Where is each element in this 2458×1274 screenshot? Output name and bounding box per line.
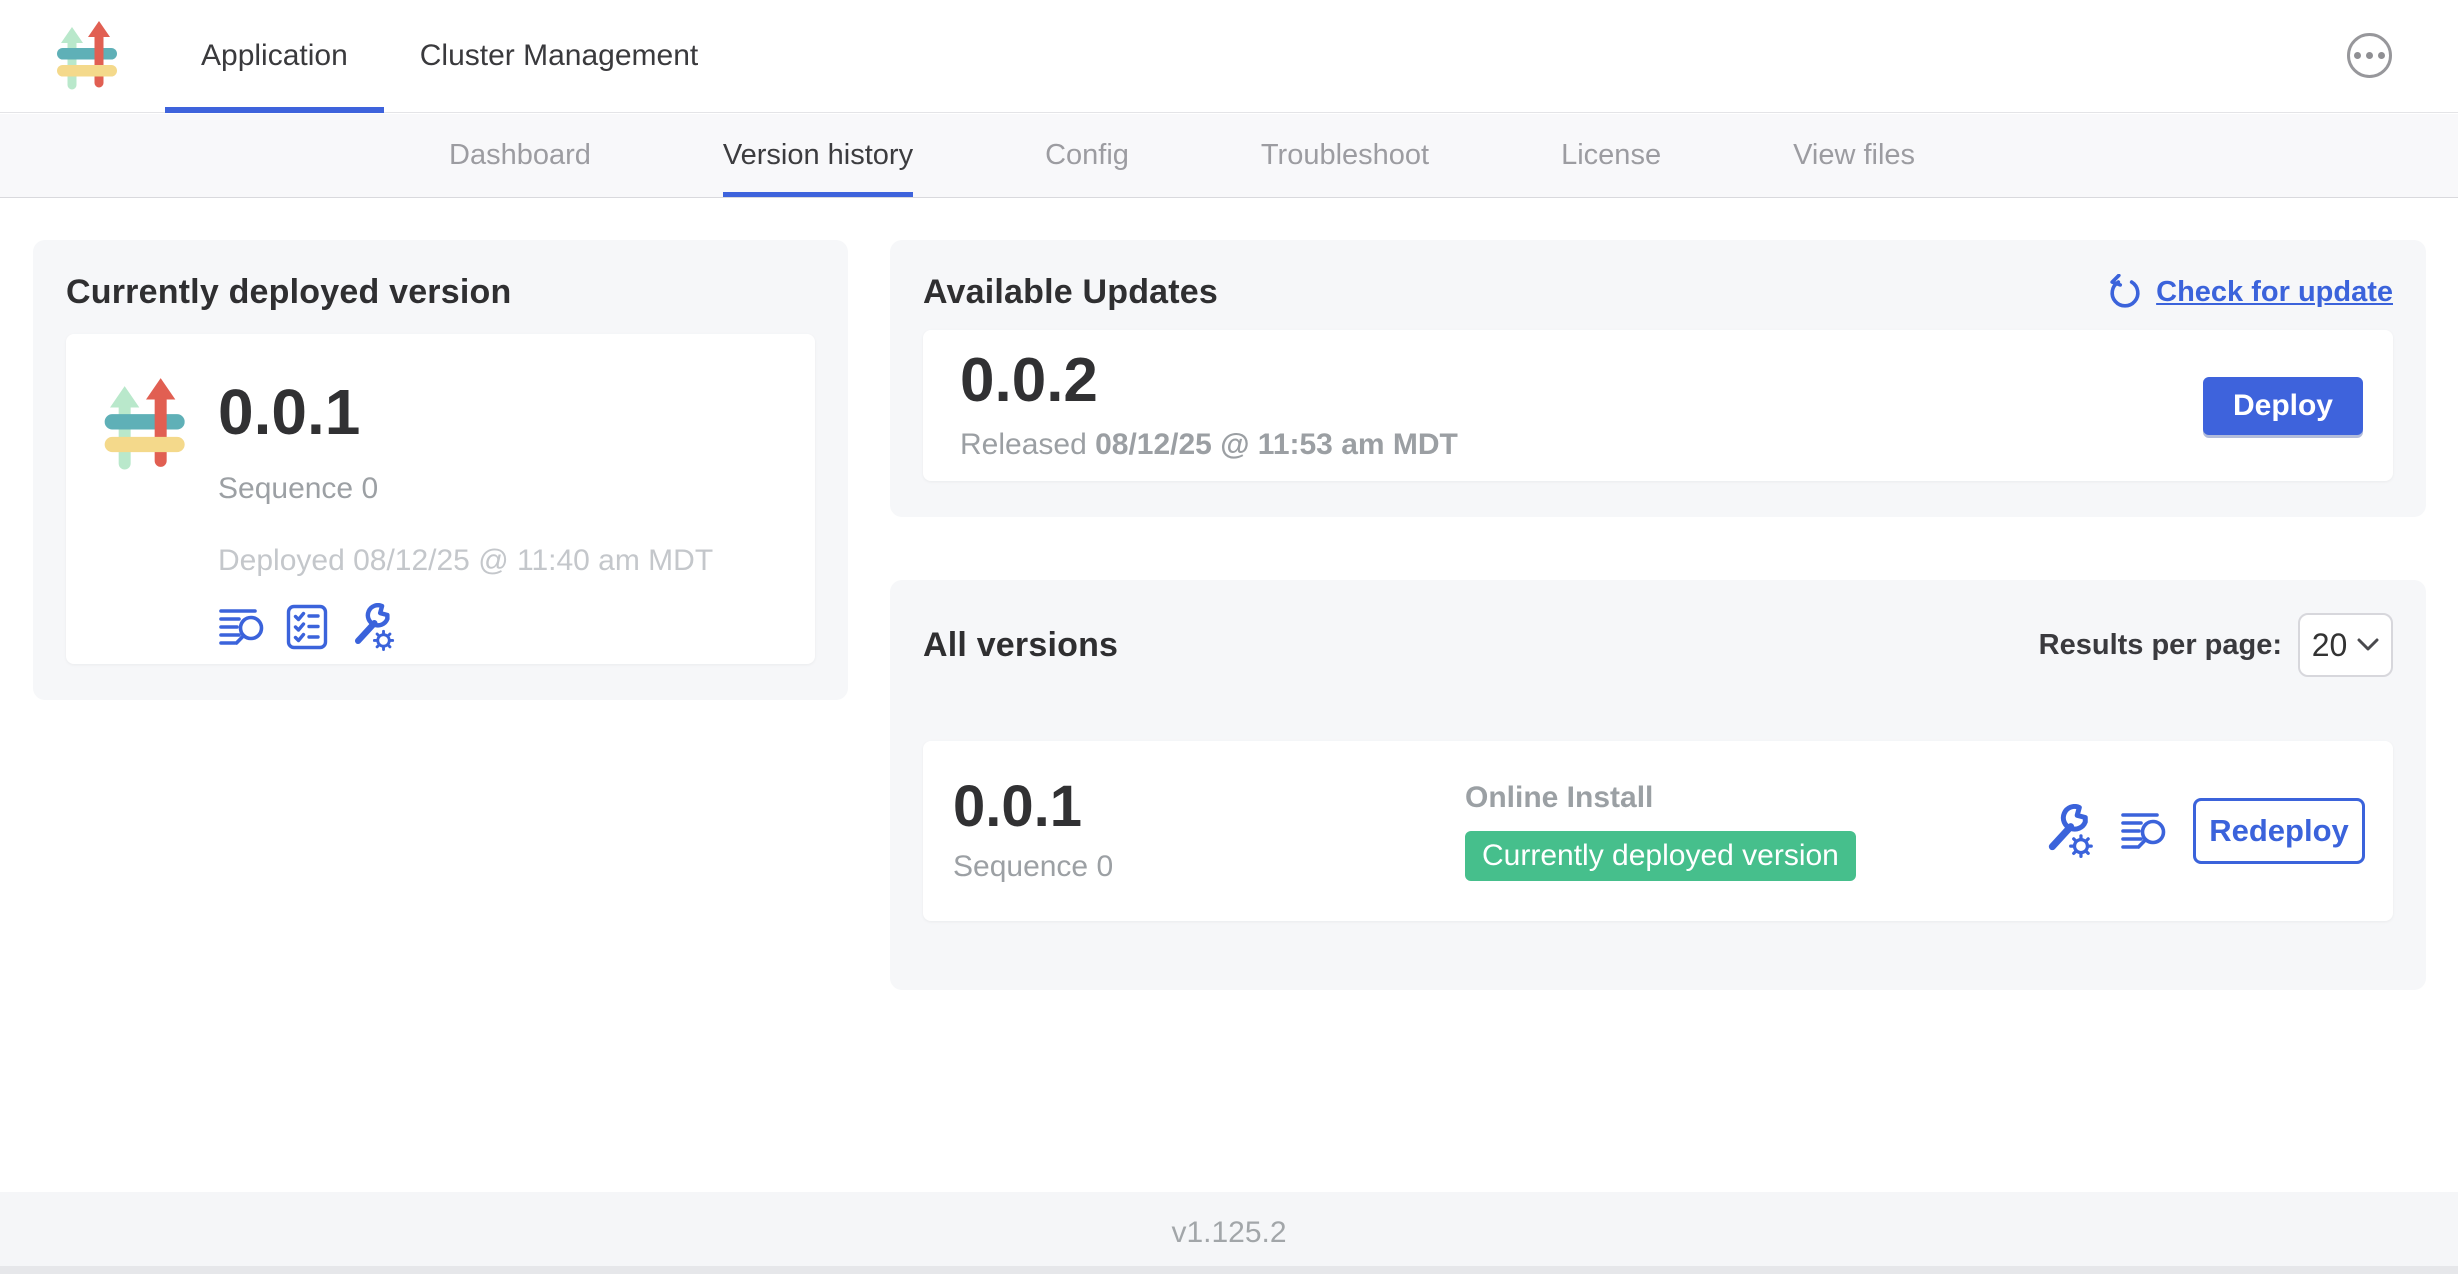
config-icon[interactable] [348, 603, 396, 651]
deployed-action-icons [218, 603, 713, 651]
tab-dashboard[interactable]: Dashboard [449, 114, 591, 197]
admin-console-page: Application Cluster Management Dashboard… [0, 0, 2458, 1274]
footer: v1.125.2 [0, 1192, 2458, 1274]
card-title: All versions [923, 626, 1118, 665]
row-actions: Redeploy [2041, 798, 2365, 864]
results-per-page-select[interactable]: 20 [2298, 613, 2393, 677]
console-version: v1.125.2 [1171, 1216, 1286, 1250]
results-per-page-value: 20 [2312, 627, 2348, 664]
top-nav-bar: Application Cluster Management [0, 0, 2458, 113]
all-versions-card: All versions Results per page: 20 0.0.1 … [890, 580, 2426, 990]
results-per-page-label: Results per page: [2039, 629, 2282, 662]
redeploy-button[interactable]: Redeploy [2193, 798, 2365, 864]
card-title: Currently deployed version [66, 273, 815, 312]
window-bottom-strip [0, 1266, 2458, 1274]
deployed-version-number: 0.0.1 [218, 380, 713, 444]
preflight-checks-icon[interactable] [283, 603, 331, 651]
currently-deployed-card: Currently deployed version 0.0.1 Sequenc… [33, 240, 848, 700]
install-type-label: Online Install [1465, 781, 1856, 815]
tab-version-history[interactable]: Version history [723, 114, 913, 197]
app-subnav: Dashboard Version history Config Trouble… [0, 114, 2458, 198]
tab-config[interactable]: Config [1045, 114, 1129, 197]
deployed-timestamp: Deployed 08/12/25 @ 11:40 am MDT [218, 544, 713, 578]
release-notes-icon[interactable] [2119, 808, 2169, 854]
refresh-icon [2106, 274, 2144, 312]
main-content: Currently deployed version 0.0.1 Sequenc… [0, 199, 2458, 1192]
deploy-button[interactable]: Deploy [2203, 377, 2363, 435]
results-per-page: Results per page: 20 [2039, 613, 2393, 677]
update-version-number: 0.0.2 [960, 350, 1458, 412]
nav-tab-label: Application [201, 39, 348, 73]
available-updates-card: Available Updates Check for update 0.0.2… [890, 240, 2426, 517]
update-row: 0.0.2 Released 08/12/25 @ 11:53 am MDT D… [923, 330, 2393, 481]
check-for-update-link[interactable]: Check for update [2106, 274, 2393, 312]
version-row: 0.0.1 Sequence 0 Online Install Currentl… [923, 741, 2393, 921]
app-logo-arrows-icon [55, 15, 121, 112]
tab-view-files[interactable]: View files [1793, 114, 1915, 197]
row-version-number: 0.0.1 [953, 778, 1465, 836]
nav-tab-label: Cluster Management [420, 39, 698, 73]
status-badge: Currently deployed version [1465, 831, 1856, 881]
release-notes-icon[interactable] [218, 603, 266, 651]
deployed-version-panel: 0.0.1 Sequence 0 Deployed 08/12/25 @ 11:… [66, 334, 815, 664]
update-released-line: Released 08/12/25 @ 11:53 am MDT [960, 428, 1458, 462]
tab-license[interactable]: License [1561, 114, 1661, 197]
chevron-down-icon [2357, 638, 2379, 652]
ellipsis-menu-icon[interactable] [2347, 33, 2392, 78]
row-sequence: Sequence 0 [953, 850, 1465, 884]
deployed-sequence: Sequence 0 [218, 472, 713, 506]
check-for-update-label: Check for update [2156, 276, 2393, 309]
app-icon [102, 362, 190, 664]
tab-troubleshoot[interactable]: Troubleshoot [1261, 114, 1429, 197]
top-nav-tabs: Application Cluster Management [165, 0, 734, 112]
nav-tab-cluster-management[interactable]: Cluster Management [384, 0, 734, 112]
nav-tab-application[interactable]: Application [165, 0, 384, 112]
card-title: Available Updates [923, 273, 1218, 312]
config-icon[interactable] [2041, 804, 2095, 858]
